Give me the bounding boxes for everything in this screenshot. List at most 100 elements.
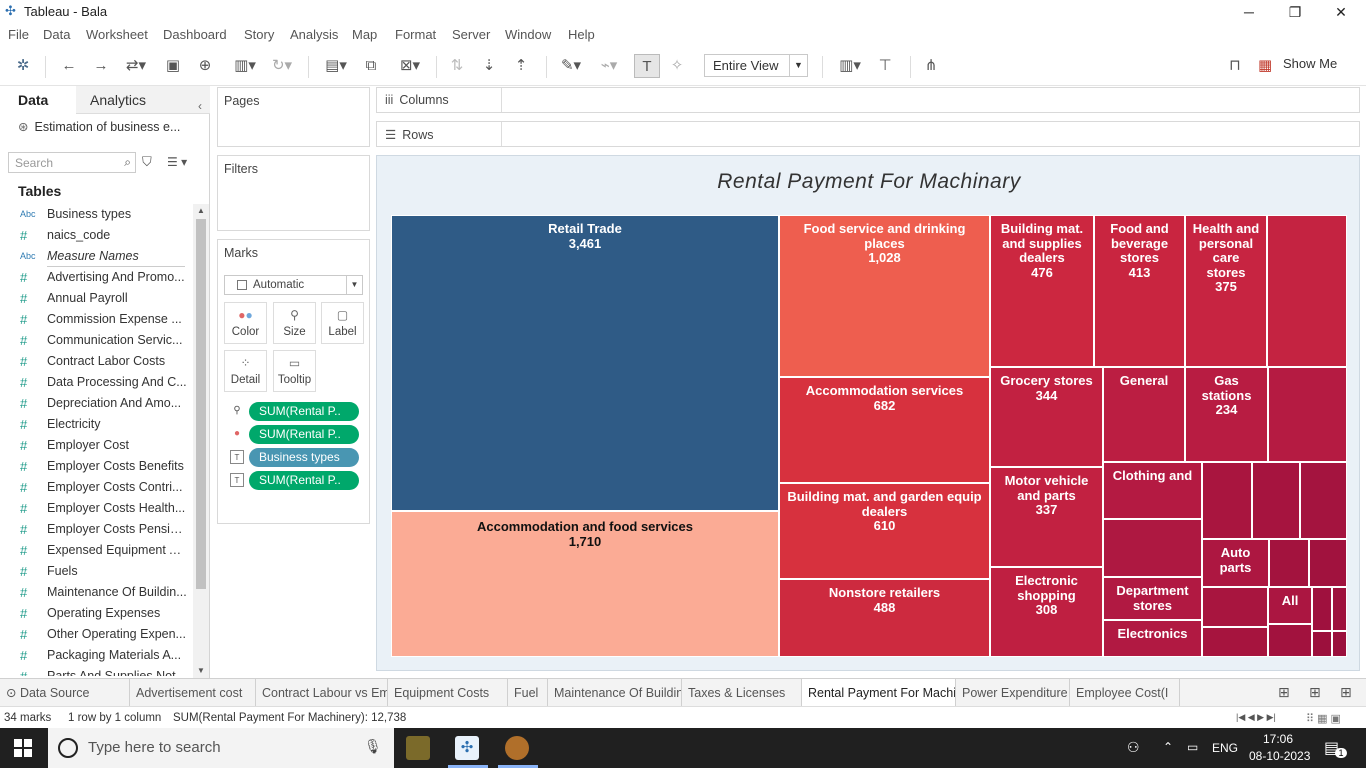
scroll-up-icon[interactable]: ▲ <box>197 206 205 215</box>
mark-type-select[interactable]: Automatic ▼ <box>224 275 363 295</box>
filter-icon[interactable]: ⛉ <box>142 154 152 170</box>
new-worksheet-icon[interactable]: ▤▾ <box>318 54 354 78</box>
new-worksheet-icon[interactable]: ⊞ <box>1278 684 1290 701</box>
field-item[interactable]: # Annual Payroll <box>0 288 193 309</box>
tab-analytics[interactable]: Analytics ‹ <box>76 86 210 114</box>
view-mode-icons[interactable]: ⠿ ▦ ▣ <box>1306 712 1341 725</box>
field-item[interactable]: # Employer Costs Contri... <box>0 477 193 498</box>
treemap-cell[interactable] <box>1202 587 1268 627</box>
microphone-icon[interactable]: 🎙 <box>364 738 382 755</box>
treemap-cell[interactable]: Nonstore retailers 488 <box>779 579 990 657</box>
menu-help[interactable]: Help <box>568 27 595 42</box>
people-icon[interactable]: ⚇ <box>1127 739 1140 756</box>
menu-map[interactable]: Map <box>352 27 377 42</box>
field-item[interactable]: # Fuels <box>0 561 193 582</box>
treemap-cell[interactable]: Building mat. and supplies dealers 476 <box>990 215 1094 367</box>
field-item[interactable]: # Parts And Supplies Not... <box>0 666 193 676</box>
undo-icon[interactable]: ← <box>58 54 80 78</box>
sheet-tab[interactable]: Maintenance Of Buildings <box>548 679 682 707</box>
treemap-cell[interactable]: Retail Trade 3,461 <box>391 215 779 511</box>
tableau-home-icon[interactable]: ✲ <box>12 54 34 78</box>
treemap-cell[interactable] <box>1103 519 1202 577</box>
clear-sheet-icon[interactable]: ⊠▾ <box>392 54 428 78</box>
treemap-cell[interactable]: Clothing and <box>1103 462 1202 519</box>
field-item[interactable]: Abc Business types <box>0 204 193 225</box>
rows-shelf[interactable]: ☰ Rows <box>376 121 1360 147</box>
scrollbar-thumb[interactable] <box>196 219 206 589</box>
field-item[interactable]: # Expensed Equipment A... <box>0 540 193 561</box>
treemap-cell[interactable]: General <box>1103 367 1185 462</box>
swap-rows-columns-icon[interactable]: ⇅ <box>446 54 468 78</box>
view-options-icon[interactable]: ☰ ▾ <box>167 155 187 169</box>
maximize-button[interactable]: ❐ <box>1272 2 1318 22</box>
treemap-cell[interactable]: Grocery stores 344 <box>990 367 1103 467</box>
label-pill-sum[interactable]: SUM(Rental P.. <box>249 471 359 490</box>
scroll-down-icon[interactable]: ▼ <box>197 666 205 675</box>
menu-worksheet[interactable]: Worksheet <box>86 27 148 42</box>
datasource-item[interactable]: ⊛ Estimation of business e... <box>18 119 180 134</box>
treemap-cell[interactable] <box>1202 627 1268 657</box>
duplicate-sheet-icon[interactable]: ⧉ <box>360 54 382 78</box>
field-item[interactable]: # Other Operating Expen... <box>0 624 193 645</box>
sort-descending-icon[interactable]: ⇡ <box>510 54 532 78</box>
menu-format[interactable]: Format <box>395 27 436 42</box>
field-item[interactable]: # Employer Cost <box>0 435 193 456</box>
treemap-cell[interactable]: Auto parts <box>1202 539 1269 587</box>
columns-shelf[interactable]: iii Columns <box>376 87 1360 113</box>
field-item[interactable]: # Electricity <box>0 414 193 435</box>
field-item[interactable]: # Maintenance Of Buildin... <box>0 582 193 603</box>
share-icon[interactable]: ⋔ <box>920 54 942 78</box>
close-button[interactable]: ✕ <box>1318 2 1364 22</box>
collapse-pane-icon[interactable]: ‹ <box>198 92 202 120</box>
treemap-cell[interactable]: Food service and drinking places 1,028 <box>779 215 990 377</box>
sheet-tab[interactable]: Equipment Costs <box>388 679 508 707</box>
new-dashboard-icon[interactable]: ⊞ <box>1309 684 1321 701</box>
treemap-cell[interactable] <box>1300 462 1347 539</box>
refresh-icon[interactable]: ↻▾ <box>266 54 298 78</box>
search-input[interactable]: Search ⌕ <box>8 152 136 173</box>
field-item[interactable]: # naics_code <box>0 225 193 246</box>
treemap-cell[interactable]: Health and personal care stores 375 <box>1185 215 1267 367</box>
treemap-cell[interactable] <box>1268 367 1347 462</box>
fit-select[interactable]: Entire View ▼ <box>704 54 808 77</box>
taskbar-search-input[interactable]: Type here to search 🎙 <box>48 728 394 768</box>
paint-roller-icon[interactable]: ⊓ <box>1224 54 1246 78</box>
sheet-tab[interactable]: Contract Labour vs Employee <box>256 679 388 707</box>
sheet-tab[interactable]: Taxes & Licenses <box>682 679 802 707</box>
taskbar-app-photos-icon[interactable] <box>406 736 430 760</box>
sheet-tab[interactable]: Advertisement cost <box>130 679 256 707</box>
treemap-cell[interactable]: Department stores <box>1103 577 1202 620</box>
field-item[interactable]: # Depreciation And Amo... <box>0 393 193 414</box>
treemap-cell[interactable]: Motor vehicle and parts 337 <box>990 467 1103 567</box>
group-members-icon[interactable]: ⌁▾ <box>594 54 624 78</box>
treemap-cell[interactable]: All <box>1268 587 1312 624</box>
field-item[interactable]: # Communication Servic... <box>0 330 193 351</box>
treemap-cell[interactable]: Gas stations 234 <box>1185 367 1268 462</box>
field-item[interactable]: Abc Measure Names <box>0 246 193 267</box>
sheet-tab[interactable]: Employee Cost(I <box>1070 679 1180 707</box>
color-pill[interactable]: SUM(Rental P.. <box>249 425 359 444</box>
swap-icon[interactable]: ⇄▾ <box>120 54 152 78</box>
treemap-cell[interactable]: Accommodation and food services 1,710 <box>391 511 779 657</box>
sheet-tab[interactable]: Power Expenditure <box>956 679 1070 707</box>
menu-window[interactable]: Window <box>505 27 551 42</box>
sheet-tab[interactable]: Fuel <box>508 679 548 707</box>
field-item[interactable]: # Data Processing And C... <box>0 372 193 393</box>
field-item[interactable]: # Employer Costs Health... <box>0 498 193 519</box>
treemap-cell[interactable] <box>1252 462 1300 539</box>
menu-analysis[interactable]: Analysis <box>290 27 338 42</box>
tooltip-button[interactable]: ▭ Tooltip <box>273 350 316 392</box>
sheet-tab[interactable]: Rental Payment For Machinary <box>802 679 956 707</box>
show-me-button[interactable]: Show Me <box>1283 56 1337 71</box>
pages-shelf[interactable]: Pages <box>217 87 370 147</box>
field-item[interactable]: # Employer Costs Pensio... <box>0 519 193 540</box>
size-button[interactable]: ⚲ Size <box>273 302 316 344</box>
menu-dashboard[interactable]: Dashboard <box>163 27 227 42</box>
color-button[interactable]: ●● Color <box>224 302 267 344</box>
treemap-cell[interactable] <box>1267 215 1347 367</box>
tray-expand-icon[interactable]: ⌃ <box>1163 740 1173 754</box>
label-button[interactable]: ▢ Label <box>321 302 364 344</box>
treemap-cell[interactable] <box>1312 631 1332 657</box>
treemap-cell[interactable]: Electronic shopping 308 <box>990 567 1103 657</box>
field-item[interactable]: # Operating Expenses <box>0 603 193 624</box>
